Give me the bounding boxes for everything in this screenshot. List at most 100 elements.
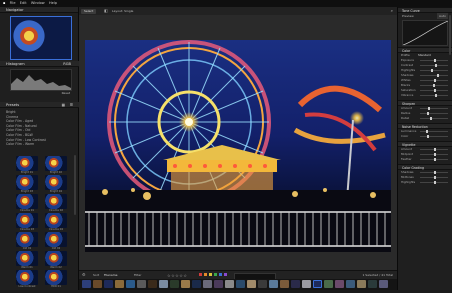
preset-list: Bright Cinema Color Film - Aged Color Fi… [0, 110, 79, 147]
main-photo[interactable] [85, 40, 391, 252]
preset-thumb-image [16, 175, 38, 190]
presets-header[interactable]: Presets ▦ ☰ [0, 102, 79, 108]
filmstrip [79, 279, 397, 290]
histogram-title: Histogram [6, 62, 25, 66]
slider-label: Contrast [401, 63, 413, 67]
filmstrip-thumb[interactable] [115, 280, 124, 288]
filmstrip-thumb[interactable] [324, 280, 333, 288]
slider-grading-highlights[interactable]: Highlights [398, 180, 452, 185]
preset-thumb-image [45, 175, 67, 190]
slider-label: Feather [401, 157, 412, 161]
app-icon[interactable]: ▪ [3, 0, 5, 7]
histogram-graph [10, 69, 72, 91]
menu-bar: ▪ File Edit Window Help [0, 0, 452, 7]
slider-label: Whites [401, 78, 411, 82]
filmstrip-thumb[interactable] [159, 280, 168, 288]
tone-curve-graph[interactable] [402, 20, 449, 46]
preview-label: Preview [402, 14, 414, 18]
preset-thumb-image [16, 251, 38, 266]
histogram-mode[interactable]: RGB [63, 61, 71, 67]
filmstrip-thumb[interactable] [368, 280, 377, 288]
preset-thumb-image [16, 213, 38, 228]
preset-thumb-image [16, 156, 38, 171]
filmstrip-thumb[interactable] [302, 280, 311, 288]
color-label-orange[interactable] [204, 273, 207, 276]
filmstrip-thumb[interactable] [203, 280, 212, 288]
color-label-yellow[interactable] [209, 273, 212, 276]
selection-status: 1 Selected / 41 Total [362, 273, 393, 277]
color-label-green[interactable] [214, 273, 217, 276]
preset-thumb-image [16, 194, 38, 209]
filmstrip-thumb[interactable] [214, 280, 223, 288]
color-label-red[interactable] [199, 273, 202, 276]
list-view-icon[interactable]: ☰ [70, 102, 73, 108]
slider-label: Amount [401, 147, 412, 151]
filmstrip-thumb[interactable] [291, 280, 300, 288]
zoom-icon[interactable]: ⌕ [391, 8, 393, 13]
rating-stars[interactable]: ☆☆☆☆☆ [167, 273, 187, 278]
filmstrip-thumb[interactable] [126, 280, 135, 288]
left-scrollbar[interactable] [74, 155, 76, 215]
menu-edit[interactable]: Edit [20, 0, 27, 7]
filmstrip-thumb[interactable] [137, 280, 146, 288]
color-label-blue[interactable] [219, 273, 222, 276]
menu-window[interactable]: Window [31, 0, 45, 7]
slider-label: Detail [401, 116, 410, 120]
filmstrip-thumb[interactable] [181, 280, 190, 288]
filmstrip-thumb[interactable] [192, 280, 201, 288]
preset-thumb[interactable]: Low Contrast [14, 269, 40, 293]
tone-curve-title: Tone Curve [402, 9, 420, 13]
preset-thumb-label: Low Contrast [18, 285, 36, 288]
filmstrip-thumb[interactable] [236, 280, 245, 288]
color-title: Color [402, 49, 411, 53]
slider-vibrance[interactable]: Vibrance [398, 93, 452, 98]
filmstrip-thumb[interactable] [82, 280, 91, 288]
preset-list-item[interactable]: Color Film - Warm [0, 142, 79, 147]
right-scrollbar[interactable] [449, 15, 451, 55]
preset-thumb-image [45, 232, 67, 247]
filmstrip-thumb[interactable] [247, 280, 256, 288]
filter-label[interactable]: Filter [134, 273, 141, 277]
slider-vignette-feather[interactable]: Feather [398, 157, 452, 162]
filmstrip-thumb[interactable] [225, 280, 234, 288]
preset-thumbs: Bright 01 Bright 02 Bright 03 Bright 04 … [14, 155, 72, 290]
filmstrip-thumb[interactable] [280, 280, 289, 288]
filmstrip-thumb[interactable] [93, 280, 102, 288]
histogram-reset[interactable]: Reset [62, 91, 70, 95]
filmstrip-thumb[interactable] [346, 280, 355, 288]
slider-label: Radius [401, 111, 411, 115]
layout-select[interactable]: Layout: Single [112, 9, 133, 14]
filmstrip-thumb[interactable] [335, 280, 344, 288]
navigator-preview[interactable] [10, 16, 72, 60]
slider-noise-color[interactable]: Color [398, 134, 452, 139]
right-panel: Tone Curve Preview Auto Color Profile St… [397, 7, 452, 290]
select-button[interactable]: Select [81, 8, 97, 14]
histogram-header[interactable]: Histogram RGB [0, 61, 79, 67]
preset-thumb-image [16, 232, 38, 247]
slider-sharpen-detail[interactable]: Detail [398, 116, 452, 121]
filmstrip-thumb[interactable] [379, 280, 388, 288]
slider-label: Highlights [401, 180, 416, 184]
color-label-purple[interactable] [224, 273, 227, 276]
top-toolbar: Select ◧ Layout: Single ⌕ [79, 7, 397, 15]
settings-icon[interactable]: ⚙ [82, 272, 86, 277]
filmstrip-thumb[interactable] [258, 280, 267, 288]
compare-icon[interactable]: ◧ [104, 8, 108, 13]
auto-button[interactable]: Auto [437, 13, 448, 19]
filmstrip-thumb[interactable] [170, 280, 179, 288]
filmstrip-thumb[interactable] [269, 280, 278, 288]
filmstrip-thumb[interactable] [313, 280, 322, 288]
histogram-svg [11, 75, 71, 90]
menu-file[interactable]: File [10, 0, 16, 7]
sort-label: Sort [93, 273, 100, 277]
sort-select[interactable]: Filename [104, 273, 118, 277]
preset-thumb-image [45, 213, 67, 228]
menu-help[interactable]: Help [49, 0, 57, 7]
filmstrip-thumb[interactable] [148, 280, 157, 288]
filmstrip-thumb[interactable] [104, 280, 113, 288]
preset-thumb-image [45, 251, 67, 266]
preset-thumb[interactable]: HDR 01 [43, 269, 69, 293]
navigator-header[interactable]: Navigator [0, 7, 78, 13]
filmstrip-thumb[interactable] [357, 280, 366, 288]
grid-view-icon[interactable]: ▦ [62, 102, 65, 108]
